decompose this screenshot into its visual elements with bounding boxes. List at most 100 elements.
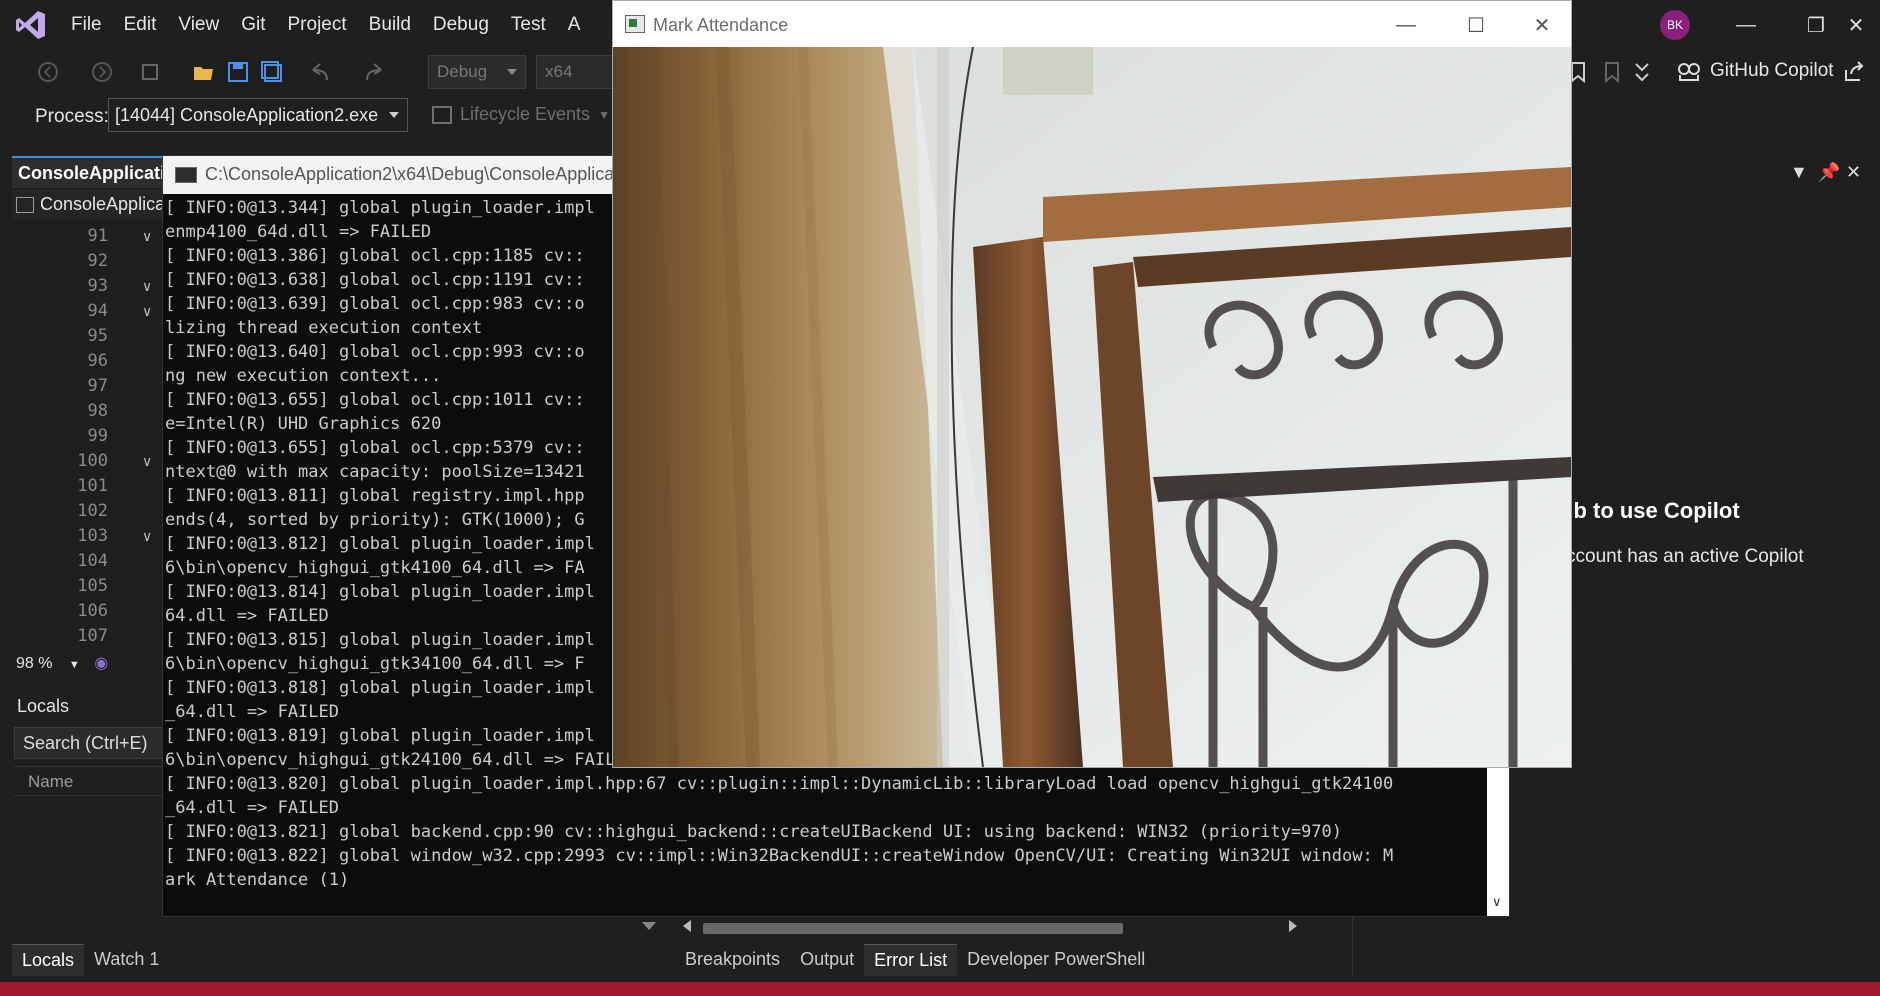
editor-nav-label: ConsoleApplica — [40, 194, 166, 214]
console-line: [ INFO:0@13.821] global backend.cpp:90 c… — [165, 822, 1343, 842]
scrollbar-thumb[interactable] — [703, 923, 1123, 934]
platform-select[interactable]: x64 — [536, 55, 616, 89]
debug-tool-tabs: Locals Watch 1 — [12, 944, 169, 976]
bookmark-next-icon[interactable] — [1600, 60, 1624, 84]
editor-tab[interactable]: ConsoleApplicati — [12, 156, 172, 188]
line-number: 100 — [77, 451, 108, 471]
lifecycle-events-button[interactable]: Lifecycle Events ▼ T — [432, 104, 629, 125]
camera-feed — [613, 47, 1571, 767]
lifecycle-icon — [432, 105, 452, 124]
camera-frame-image — [613, 47, 1571, 767]
minimize-icon[interactable]: — — [1732, 12, 1760, 38]
fold-chevron-icon[interactable]: ∨ — [142, 453, 152, 470]
chevron-down-icon[interactable]: ▼ — [1790, 162, 1808, 183]
console-title: C:\ConsoleApplication2\x64\Debug\Console… — [205, 164, 615, 184]
save-all-icon[interactable] — [260, 60, 284, 84]
back-icon[interactable] — [36, 60, 60, 84]
toolbar-overflow-icon[interactable] — [1630, 60, 1654, 84]
new-project-icon[interactable] — [140, 60, 164, 84]
horizontal-scrollbar[interactable] — [677, 918, 1307, 938]
close-icon[interactable]: ✕ — [1527, 11, 1557, 39]
process-label: Process: — [35, 106, 109, 127]
code-editor[interactable]: 91 92 93 94 95 96 97 98 99 100 101 102 1… — [12, 222, 172, 646]
mark-attendance-window[interactable]: Mark Attendance — ☐ ✕ — [612, 0, 1572, 768]
menu-debug[interactable]: Debug — [422, 14, 500, 36]
redo-icon[interactable] — [362, 60, 386, 84]
status-bar — [0, 982, 1880, 996]
line-number: 103 — [77, 526, 108, 546]
line-number: 105 — [77, 576, 108, 596]
chevron-down-icon[interactable] — [642, 922, 656, 930]
undo-icon[interactable] — [308, 60, 332, 84]
project-icon — [16, 197, 34, 213]
zoom-select[interactable]: 98 % ▼ ◉ — [12, 650, 172, 676]
menu-project[interactable]: Project — [277, 14, 358, 36]
lifecycle-label: Lifecycle Events — [460, 104, 591, 124]
menu-file[interactable]: File — [60, 14, 113, 36]
git-changes-icon[interactable]: ◉ — [94, 655, 108, 672]
menu-edit[interactable]: Edit — [113, 14, 168, 36]
menu-view[interactable]: View — [167, 14, 230, 36]
menu-analyze[interactable]: A — [557, 14, 592, 36]
restore-icon[interactable]: ❐ — [1802, 12, 1830, 38]
maximize-icon[interactable]: ☐ — [1461, 11, 1491, 39]
pin-icon[interactable]: 📌 — [1818, 162, 1840, 183]
line-number: 106 — [77, 601, 108, 621]
fold-chevron-icon[interactable]: ∨ — [142, 278, 152, 295]
attendance-title-bar[interactable]: Mark Attendance — [613, 1, 1571, 47]
tab-watch-1[interactable]: Watch 1 — [84, 944, 169, 976]
config-select-value: Debug — [437, 62, 488, 81]
share-icon[interactable] — [1842, 60, 1866, 84]
locals-column-name[interactable]: Name — [14, 766, 174, 796]
minimize-icon[interactable]: — — [1391, 11, 1421, 39]
copilot-icon — [1678, 63, 1700, 81]
line-number: 94 — [87, 301, 108, 321]
line-number: 93 — [87, 276, 108, 296]
close-icon[interactable]: ✕ — [1842, 12, 1870, 38]
line-number: 92 — [87, 251, 108, 271]
copilot-label: GitHub Copilot — [1710, 60, 1834, 81]
platform-select-value: x64 — [545, 62, 573, 81]
chevron-down-icon — [507, 69, 517, 75]
scroll-down-icon[interactable]: ∨ — [1492, 894, 1502, 910]
attendance-title: Mark Attendance — [653, 15, 789, 35]
line-number: 107 — [77, 626, 108, 646]
line-number: 102 — [77, 501, 108, 521]
copilot-signin-text: ccount has an active Copilot — [1566, 546, 1804, 567]
fold-chevron-icon[interactable]: ∨ — [142, 528, 152, 545]
tab-developer-powershell[interactable]: Developer PowerShell — [957, 944, 1155, 976]
fold-chevron-icon[interactable]: ∨ — [142, 303, 152, 320]
forward-icon[interactable] — [90, 60, 114, 84]
tab-locals[interactable]: Locals — [12, 944, 85, 976]
open-folder-icon[interactable] — [192, 60, 216, 84]
line-number: 98 — [87, 401, 108, 421]
vs-logo-icon[interactable] — [14, 8, 48, 42]
process-select-value: [14044] ConsoleApplication2.exe — [115, 105, 379, 125]
line-number: 101 — [77, 476, 108, 496]
tab-breakpoints[interactable]: Breakpoints — [675, 944, 790, 976]
line-number: 95 — [87, 326, 108, 346]
console-line: ark Attendance (1) — [165, 870, 350, 890]
tab-error-list[interactable]: Error List — [864, 944, 958, 976]
zoom-value: 98 % — [16, 655, 53, 672]
close-icon[interactable]: ✕ — [1846, 162, 1861, 183]
avatar[interactable]: BK — [1660, 10, 1690, 40]
line-number: 97 — [87, 376, 108, 396]
github-copilot-button[interactable]: GitHub Copilot — [1676, 56, 1834, 86]
editor-navigation-bar[interactable]: ConsoleApplica — [12, 190, 172, 220]
menu-build[interactable]: Build — [358, 14, 422, 36]
menu-git[interactable]: Git — [230, 14, 276, 36]
tab-output[interactable]: Output — [790, 944, 864, 976]
fold-chevron-icon[interactable]: ∨ — [142, 228, 152, 245]
copilot-signin-heading: ub to use Copilot — [1560, 498, 1740, 523]
console-line: [ INFO:0@13.820] global plugin_loader.im… — [165, 774, 1394, 794]
config-select[interactable]: Debug — [428, 55, 526, 89]
locals-search-input[interactable]: Search (Ctrl+E) — [14, 727, 174, 759]
scroll-right-icon[interactable] — [1289, 920, 1297, 932]
save-icon[interactable] — [226, 60, 250, 84]
console-line: [ INFO:0@13.822] global window_w32.cpp:2… — [165, 846, 1394, 866]
scroll-left-icon[interactable] — [683, 920, 691, 932]
menu-test[interactable]: Test — [500, 14, 557, 36]
line-number: 91 — [87, 226, 108, 246]
process-select[interactable]: [14044] ConsoleApplication2.exe — [108, 98, 408, 132]
